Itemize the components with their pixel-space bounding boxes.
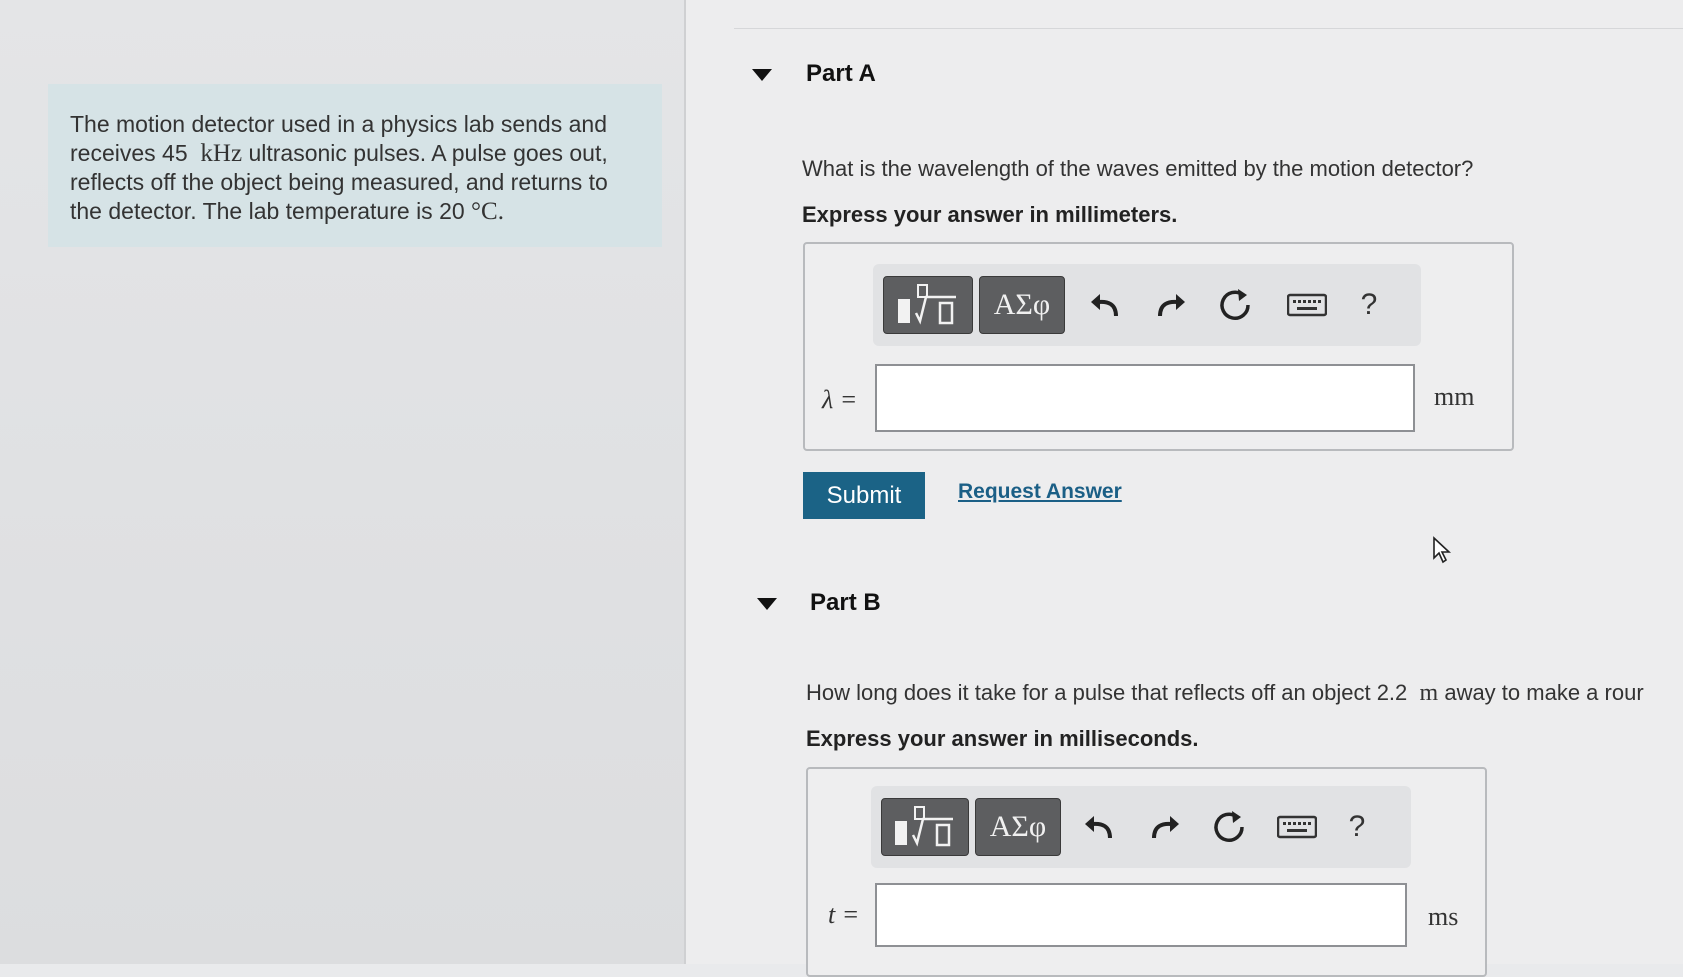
part-a-question: What is the wavelength of the waves emit… — [802, 156, 1474, 181]
part-b-unit: ms — [1428, 902, 1459, 931]
problem-line-2: receives 45 kHz ultrasonic pulses. A pul… — [70, 140, 608, 167]
templates-icon — [895, 806, 953, 847]
keyboard-button[interactable] — [1271, 800, 1323, 854]
reset-button[interactable] — [1213, 278, 1257, 332]
divider — [734, 28, 1683, 29]
request-answer-link[interactable]: Request Answer — [958, 480, 1122, 504]
part-b-question: How long does it take for a pulse that r… — [806, 680, 1644, 706]
symbols-button[interactable]: ΑΣφ — [975, 798, 1061, 856]
undo-button[interactable] — [1083, 278, 1127, 332]
keyboard-button[interactable] — [1281, 278, 1333, 332]
reset-icon — [1220, 289, 1250, 320]
undo-button[interactable] — [1077, 800, 1121, 854]
undo-icon — [1091, 294, 1118, 317]
temperature-unit: °C. — [471, 198, 504, 225]
part-b-answer-input[interactable] — [875, 883, 1407, 947]
part-b-toolbar: ΑΣφ ? — [871, 786, 1411, 868]
part-a-collapse-icon[interactable] — [752, 69, 772, 81]
part-a-title[interactable]: Part A — [806, 60, 876, 88]
part-a-variable-label: λ = — [822, 385, 858, 414]
symbols-button[interactable]: ΑΣφ — [979, 276, 1065, 334]
part-a-instruction: Express your answer in millimeters. — [802, 202, 1178, 227]
help-button[interactable]: ? — [1335, 800, 1379, 854]
submit-button[interactable]: Submit — [803, 472, 925, 519]
mouse-cursor-icon — [1433, 536, 1452, 564]
keyboard-icon — [1287, 293, 1327, 317]
redo-button[interactable] — [1143, 800, 1187, 854]
problem-statement: The motion detector used in a physics la… — [48, 84, 662, 247]
part-b-collapse-icon[interactable] — [757, 598, 777, 610]
reset-icon — [1214, 811, 1244, 842]
part-b-instruction: Express your answer in milliseconds. — [806, 726, 1199, 751]
redo-icon — [1152, 816, 1179, 839]
templates-button[interactable] — [883, 276, 973, 334]
left-column: The motion detector used in a physics la… — [0, 0, 686, 964]
help-button[interactable]: ? — [1347, 278, 1391, 332]
redo-button[interactable] — [1149, 278, 1193, 332]
frequency-unit: kHz — [200, 140, 243, 167]
reset-button[interactable] — [1207, 800, 1251, 854]
undo-icon — [1085, 816, 1112, 839]
distance-unit: m — [1419, 680, 1439, 706]
part-a-answer-input[interactable] — [875, 364, 1415, 432]
keyboard-icon — [1277, 815, 1317, 839]
part-a-unit: mm — [1434, 382, 1475, 411]
part-a-toolbar: ΑΣφ ? — [873, 264, 1421, 346]
part-b-variable-label: t = — [828, 900, 860, 929]
templates-button[interactable] — [881, 798, 969, 856]
templates-icon — [898, 284, 956, 325]
problem-line-1: The motion detector used in a physics la… — [70, 111, 607, 137]
part-b-title[interactable]: Part B — [810, 589, 881, 617]
problem-line-4: the detector. The lab temperature is 20 … — [70, 198, 504, 225]
redo-icon — [1158, 294, 1185, 317]
problem-line-3: reflects off the object being measured, … — [70, 169, 608, 195]
